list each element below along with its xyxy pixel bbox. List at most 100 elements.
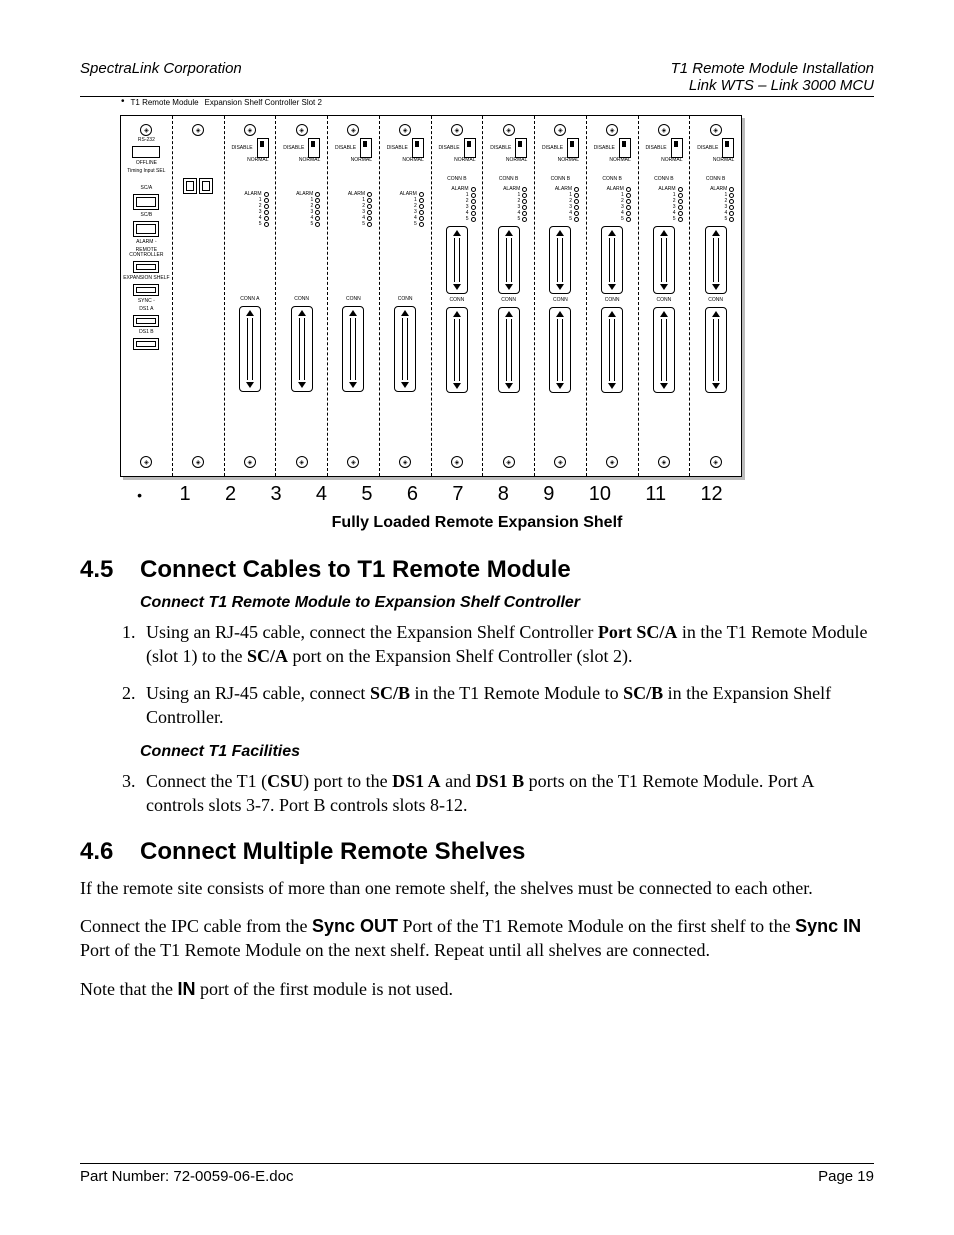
slot-number: 6 xyxy=(407,483,418,506)
screw-icon: ◈ xyxy=(554,124,566,136)
screw-icon: ◈ xyxy=(399,124,411,136)
rs232-port-icon xyxy=(132,146,160,158)
port-icon xyxy=(133,338,159,350)
alarm-leds: ALARM12345 xyxy=(490,186,527,222)
bold-text: CSU xyxy=(267,771,303,791)
conn-a-label: CONN xyxy=(501,298,516,303)
slot-1: ◈RS-232OFFLINETiming Input SELSC/ASC/BAL… xyxy=(121,116,173,476)
screw-icon: ◈ xyxy=(606,456,618,468)
text: Using an RJ-45 cable, connect xyxy=(146,683,370,703)
port-icon xyxy=(133,315,159,327)
header-right-line1: T1 Remote Module Installation xyxy=(671,60,874,77)
disable-normal-switch: DISABLENORMAL xyxy=(490,138,527,163)
paragraph: Connect the IPC cable from the Sync OUT … xyxy=(80,914,874,963)
disable-normal-switch: DISABLENORMAL xyxy=(335,138,372,163)
alarm-label: ALARM ◦ xyxy=(136,240,156,245)
alarm-leds: ALARM12345 xyxy=(438,186,475,222)
text: Connect the IPC cable from the xyxy=(80,916,312,936)
slot-number: 8 xyxy=(498,483,509,506)
disable-normal-switch: DISABLENORMAL xyxy=(283,138,320,163)
connector-icon xyxy=(291,306,313,392)
screw-icon: ◈ xyxy=(140,456,152,468)
step-3: Connect the T1 (CSU) port to the DS1 A a… xyxy=(140,769,874,818)
alarm-leds: ALARM12345 xyxy=(335,191,372,227)
screw-icon: ◈ xyxy=(503,456,515,468)
connector-icon xyxy=(394,306,416,392)
text: port of the first module is not used. xyxy=(195,979,452,999)
slot-4: ◈DISABLENORMALALARM12345CONN◈ xyxy=(276,116,328,476)
slot-7: ◈DISABLENORMALCONN BALARM12345CONN◈ xyxy=(432,116,484,476)
disable-normal-switch: DISABLENORMAL xyxy=(438,138,475,163)
slot-number: 9 xyxy=(543,483,554,506)
step-2: Using an RJ-45 cable, connect SC/B in th… xyxy=(140,681,874,730)
bold-text: DS1 B xyxy=(476,771,525,791)
bullet-icon: • xyxy=(137,487,145,503)
alarm-leds: ALARM12345 xyxy=(645,186,682,222)
port-icon xyxy=(133,284,159,296)
connector-icon xyxy=(705,226,727,294)
steps-list-45a: Using an RJ-45 cable, connect the Expans… xyxy=(100,620,874,729)
rj45-port-icon xyxy=(133,221,159,237)
screw-icon: ◈ xyxy=(399,456,411,468)
bold-text: Sync IN xyxy=(795,916,861,936)
ds1b-label: DS1 B xyxy=(139,330,153,335)
slot-9: ◈DISABLENORMALCONN BALARM12345CONN◈ xyxy=(535,116,587,476)
connector-icon xyxy=(653,307,675,393)
rj45-port-icon xyxy=(133,194,159,210)
chassis: • T1 Remote Module Expansion Shelf Contr… xyxy=(120,115,742,477)
bullet-icon: • xyxy=(121,98,125,107)
text: in the T1 Remote Module to xyxy=(410,683,623,703)
connector-icon xyxy=(342,306,364,392)
footer-right: Page 19 xyxy=(818,1168,874,1185)
conn-a-label: CONN xyxy=(294,297,309,302)
screw-icon: ◈ xyxy=(658,124,670,136)
alarm-leds: ALARM12345 xyxy=(542,186,579,222)
screw-icon: ◈ xyxy=(554,456,566,468)
slot-10: ◈DISABLENORMALCONN BALARM12345CONN◈ xyxy=(587,116,639,476)
text: Connect the T1 ( xyxy=(146,771,267,791)
footer-left: Part Number: 72-0059-06-E.doc xyxy=(80,1168,293,1185)
connector-icon xyxy=(446,307,468,393)
steps-list-45b: Connect the T1 (CSU) port to the DS1 A a… xyxy=(100,769,874,818)
shelf-diagram: • T1 Remote Module Expansion Shelf Contr… xyxy=(120,115,874,477)
conn-a-label: CONN xyxy=(657,298,672,303)
scb-label: SC/B xyxy=(141,213,153,218)
section-number: 4.6 xyxy=(80,838,140,866)
ds1a-label: DS1 A xyxy=(139,307,153,312)
conn-a-label: CONN xyxy=(605,298,620,303)
screw-icon: ◈ xyxy=(244,124,256,136)
conn-b-label: CONN B xyxy=(602,177,621,182)
bold-text: DS1 A xyxy=(392,771,441,791)
connector-icon xyxy=(705,307,727,393)
slot-6: ◈DISABLENORMALALARM12345CONN◈ xyxy=(380,116,432,476)
section-4-5-heading: 4.5Connect Cables to T1 Remote Module xyxy=(80,556,874,584)
screw-icon: ◈ xyxy=(244,456,256,468)
slot-2: ◈◈ xyxy=(173,116,225,476)
text: Note that the xyxy=(80,979,177,999)
slot-3: ◈DISABLENORMALALARM12345CONN A◈ xyxy=(225,116,277,476)
screw-icon: ◈ xyxy=(347,124,359,136)
slot-number: 12 xyxy=(700,483,722,506)
slot-number: 5 xyxy=(361,483,372,506)
screw-icon: ◈ xyxy=(658,456,670,468)
connector-icon xyxy=(601,307,623,393)
slot-number: 11 xyxy=(645,483,666,506)
bold-text: SC/A xyxy=(247,646,288,666)
document-page: SpectraLink Corporation T1 Remote Module… xyxy=(0,0,954,1235)
disable-normal-switch: DISABLENORMAL xyxy=(542,138,579,163)
page-header: SpectraLink Corporation T1 Remote Module… xyxy=(80,60,874,97)
diagram-caption: Fully Loaded Remote Expansion Shelf xyxy=(80,514,874,532)
sca-label: SC/A xyxy=(141,186,153,191)
screw-icon: ◈ xyxy=(451,124,463,136)
screw-icon: ◈ xyxy=(606,124,618,136)
text: Port of the T1 Remote Module on the next… xyxy=(80,940,710,960)
header-right-line2: Link WTS – Link 3000 MCU xyxy=(671,77,874,94)
slot-number: 4 xyxy=(316,483,327,506)
screw-icon: ◈ xyxy=(451,456,463,468)
text: ) port to the xyxy=(303,771,392,791)
screw-icon: ◈ xyxy=(710,124,722,136)
section-4-6-heading: 4.6Connect Multiple Remote Shelves xyxy=(80,838,874,866)
connector-icon xyxy=(446,226,468,294)
slot-11: ◈DISABLENORMALCONN BALARM12345CONN◈ xyxy=(639,116,691,476)
screw-icon: ◈ xyxy=(296,456,308,468)
